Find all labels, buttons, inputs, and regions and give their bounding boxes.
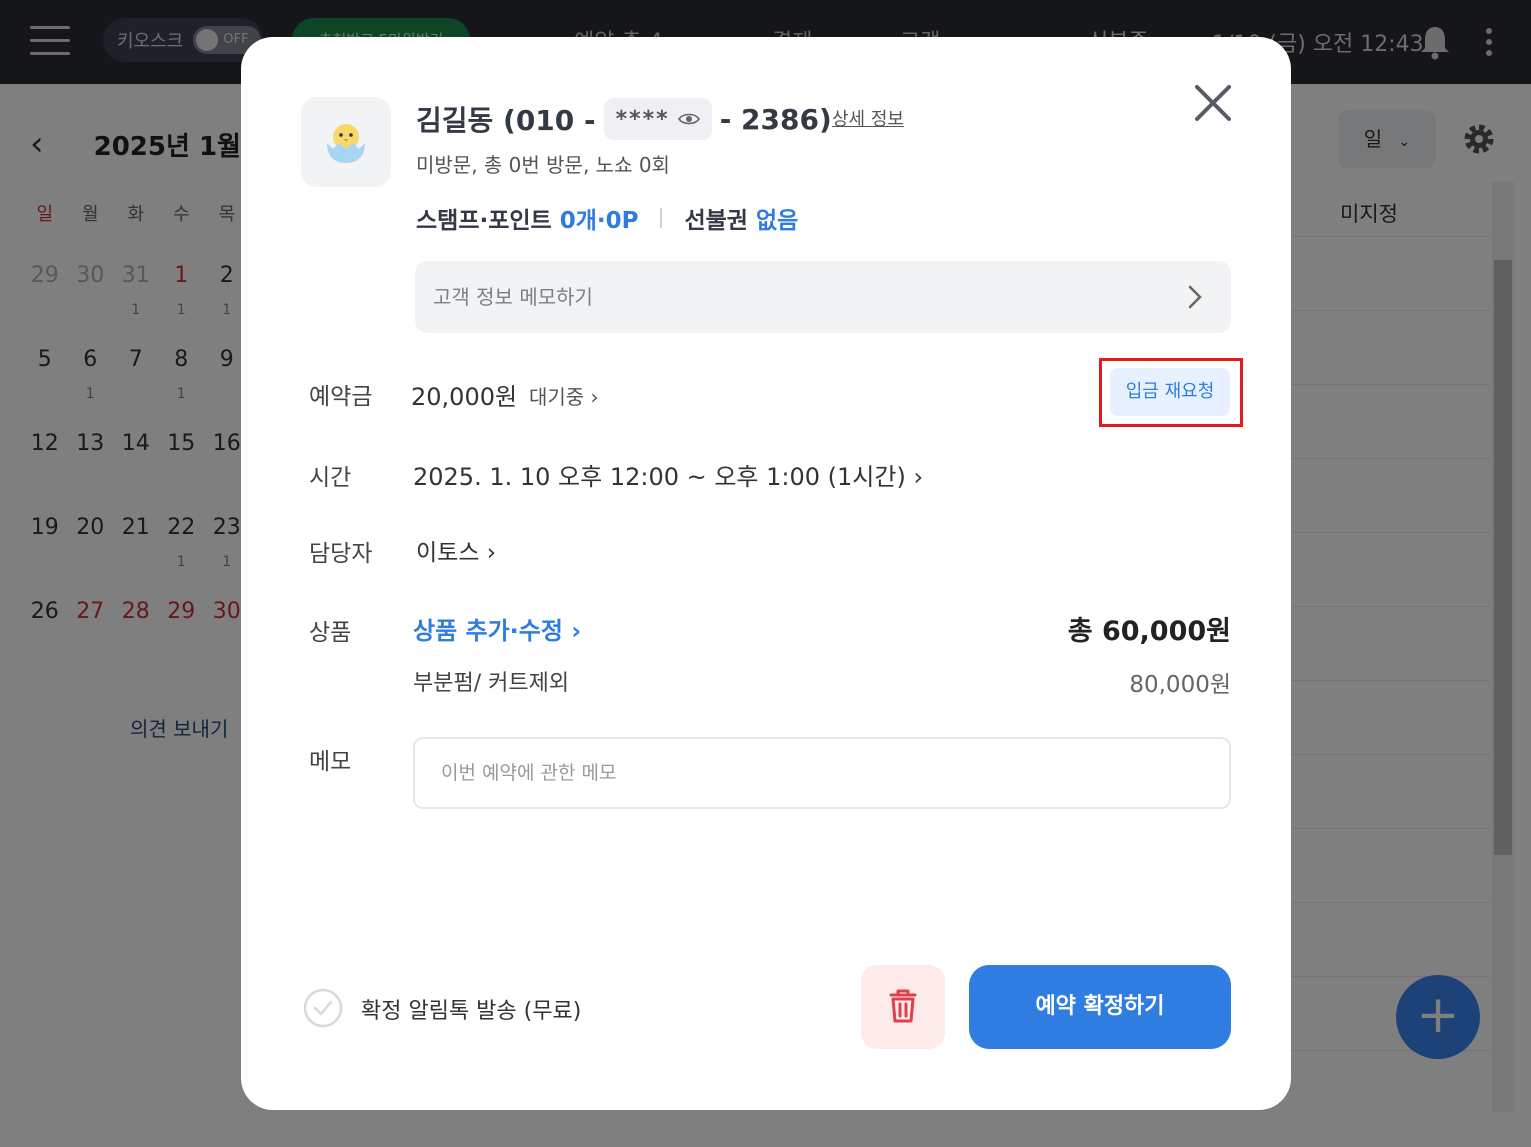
time-label: 시간 [309, 465, 352, 491]
visit-info: 미방문, 총 0번 방문, 노쇼 0회 [416, 153, 670, 177]
customer-name-suffix: - 2386) [719, 102, 832, 136]
chevron-right-icon [1188, 285, 1202, 309]
stamp-value[interactable]: 0개·0P [560, 201, 639, 235]
reservation-memo-input[interactable] [413, 737, 1231, 809]
masked-phone[interactable]: **** [603, 98, 712, 140]
product-item-name: 부분펌/ 커트제외 [413, 671, 570, 696]
reservation-modal: 김길동 (010 - **** - 2386) 상세 정보 미방문, 총 0번 … [241, 37, 1291, 1110]
prepaid-label: 선불권 [684, 208, 748, 234]
stamp-label: 스탬프·포인트 [416, 208, 552, 234]
time-value[interactable]: 2025. 1. 10 오후 12:00 ~ 오후 1:00 (1시간) › [413, 457, 923, 492]
eye-icon[interactable] [677, 112, 700, 126]
check-circle-icon[interactable] [303, 988, 343, 1028]
staff-label: 담당자 [309, 541, 373, 567]
product-total: 총 60,000원 [1067, 616, 1231, 647]
delete-button[interactable] [861, 965, 945, 1049]
memo-label: 메모 [309, 749, 352, 775]
trash-icon [889, 989, 917, 1023]
divider [660, 208, 663, 228]
prepaid-value[interactable]: 없음 [756, 201, 798, 235]
masked-digits: **** [615, 106, 670, 132]
close-icon[interactable] [1191, 81, 1235, 125]
deposit-status[interactable]: 대기중 › [529, 381, 599, 410]
confirm-reservation-button[interactable]: 예약 확정하기 [969, 965, 1231, 1049]
notify-label[interactable]: 확정 알림톡 발송 (무료) [361, 993, 581, 1025]
points-row: 스탬프·포인트 0개·0P 선불권 없음 [416, 201, 798, 235]
deposit-amount: 20,000원 [411, 383, 518, 411]
staff-value[interactable]: 이토스 › [416, 533, 496, 567]
product-item-price: 80,000원 [1129, 672, 1231, 698]
customer-name-prefix: 김길동 (010 - [416, 104, 596, 137]
customer-memo-placeholder: 고객 정보 메모하기 [433, 285, 593, 309]
avatar [301, 97, 391, 187]
customer-memo-button[interactable]: 고객 정보 메모하기 [415, 261, 1231, 333]
customer-name: 김길동 (010 - **** - 2386) [416, 97, 832, 141]
highlight-box [1099, 358, 1243, 427]
chick-icon [327, 124, 365, 163]
product-label: 상품 [309, 620, 352, 646]
detail-info-link[interactable]: 상세 정보 [832, 105, 904, 131]
deposit-label: 예약금 [309, 384, 373, 410]
edit-product-link[interactable]: 상품 추가·수정 › [413, 611, 581, 646]
